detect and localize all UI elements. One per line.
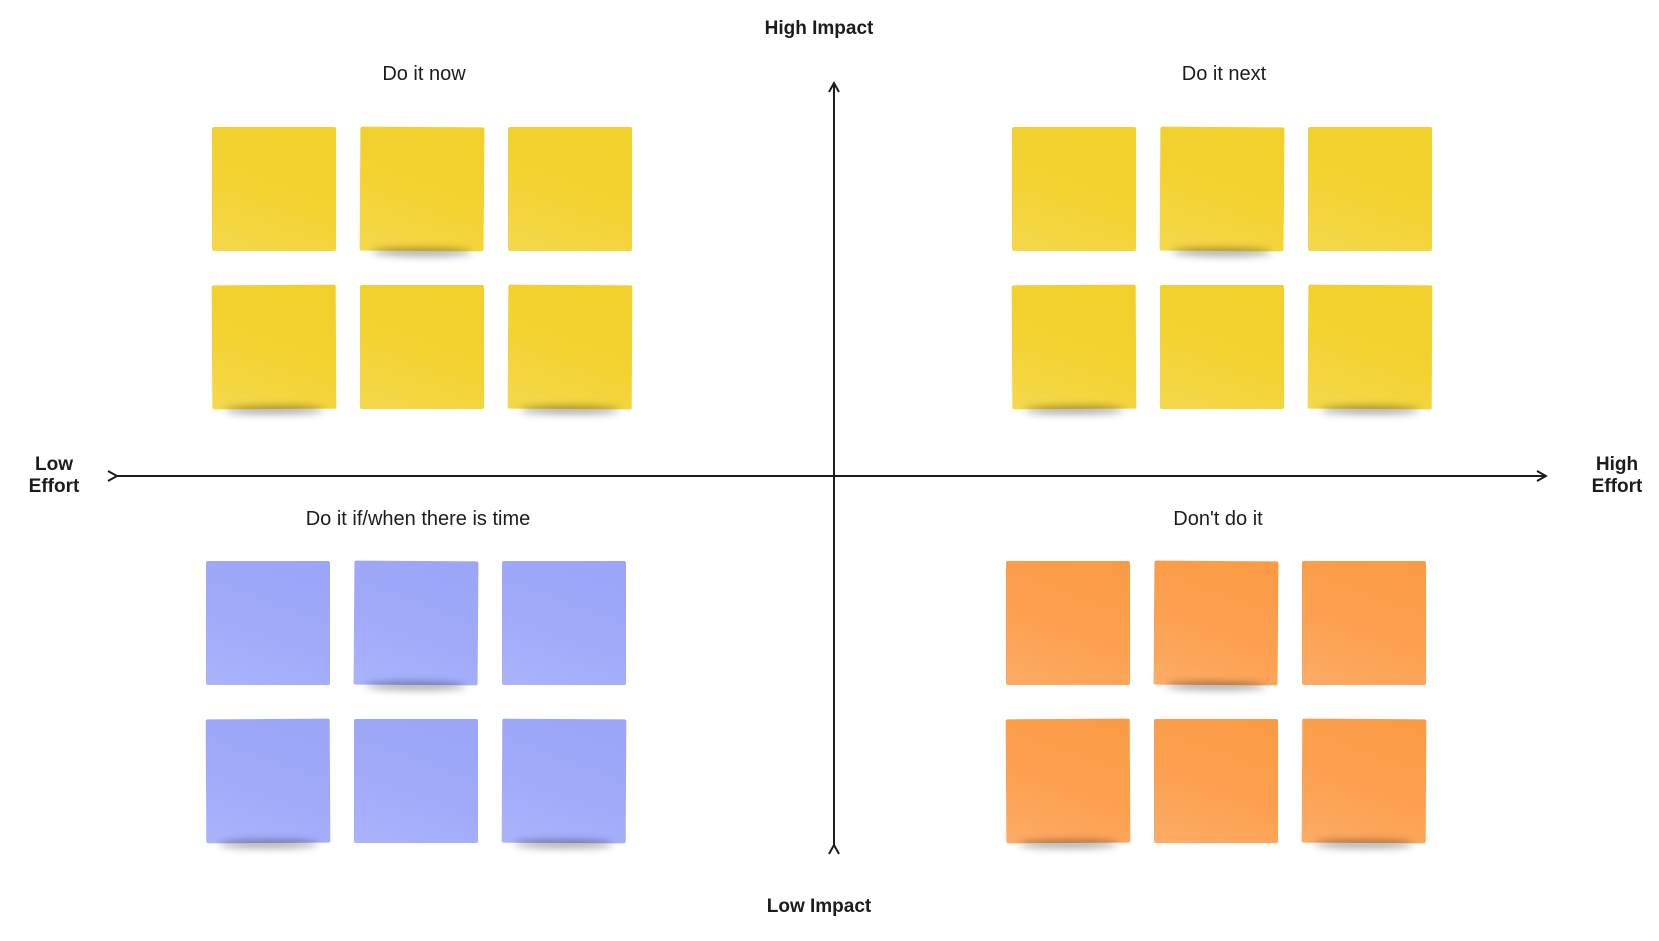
sticky-note[interactable] — [1153, 560, 1279, 686]
sticky-note[interactable] — [1160, 285, 1284, 409]
quadrant-do-it-if-time-notes — [205, 560, 627, 844]
sticky-note[interactable] — [205, 718, 331, 844]
sticky-note[interactable] — [1308, 127, 1432, 251]
quadrant-do-it-now-notes — [211, 126, 633, 410]
sticky-note[interactable] — [1307, 284, 1433, 410]
sticky-note[interactable] — [1005, 718, 1131, 844]
sticky-note[interactable] — [354, 719, 478, 843]
prioritization-matrix-board: High Impact Low Impact Low Effort High E… — [0, 0, 1659, 941]
sticky-note[interactable] — [212, 127, 336, 251]
low-impact-label: Low Impact — [766, 896, 872, 917]
low-effort-label: Low Effort — [28, 454, 80, 497]
sticky-note[interactable] — [353, 560, 479, 686]
sticky-note[interactable] — [1301, 718, 1427, 844]
sticky-note[interactable] — [501, 718, 627, 844]
sticky-note[interactable] — [1006, 561, 1130, 685]
quadrant-dont-do-it-notes — [1005, 560, 1427, 844]
sticky-note[interactable] — [507, 284, 633, 410]
sticky-note[interactable] — [211, 284, 337, 410]
sticky-note[interactable] — [1154, 719, 1278, 843]
sticky-note[interactable] — [360, 285, 484, 409]
sticky-note[interactable] — [206, 561, 330, 685]
high-impact-label: High Impact — [764, 18, 874, 39]
quadrant-title-do-it-next: Do it next — [1181, 63, 1267, 85]
quadrant-do-it-next-notes — [1011, 126, 1433, 410]
sticky-note[interactable] — [359, 126, 485, 252]
sticky-note[interactable] — [508, 127, 632, 251]
quadrant-title-do-it-if-time: Do it if/when there is time — [305, 508, 531, 530]
sticky-note[interactable] — [1302, 561, 1426, 685]
quadrant-title-do-it-now: Do it now — [382, 63, 466, 85]
sticky-note[interactable] — [1159, 126, 1285, 252]
sticky-note[interactable] — [1011, 284, 1137, 410]
sticky-note[interactable] — [502, 561, 626, 685]
quadrant-title-dont-do-it: Don't do it — [1173, 508, 1263, 530]
sticky-note[interactable] — [1012, 127, 1136, 251]
high-effort-label: High Effort — [1591, 454, 1643, 497]
